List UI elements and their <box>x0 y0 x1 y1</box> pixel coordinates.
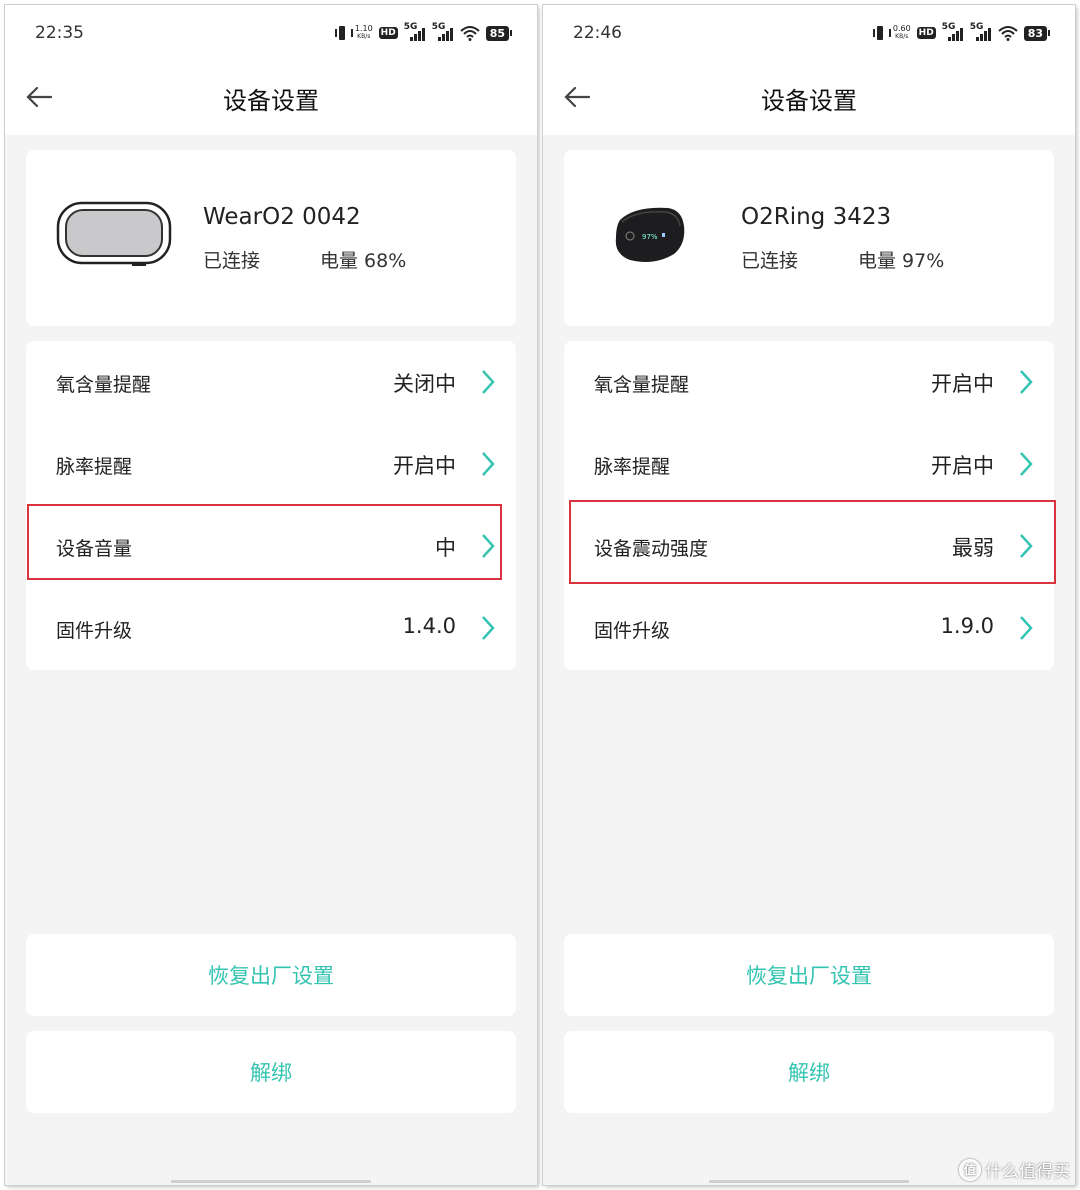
factory-reset-button[interactable]: 恢复出厂设置 <box>564 934 1054 1016</box>
device-battery: 电量 68% <box>320 250 407 272</box>
factory-reset-label: 恢复出厂设置 <box>746 964 872 988</box>
signal-5g-icon: 5G <box>404 22 426 41</box>
page-title: 设备设置 <box>223 87 319 115</box>
setting-firmware-upgrade[interactable]: 固件升级 1.9.0 <box>564 587 1054 669</box>
chevron-right-icon <box>1020 616 1033 640</box>
connection-status: 已连接 <box>741 250 799 272</box>
app-header: 设备设置 <box>5 61 537 135</box>
status-time: 22:46 <box>573 23 622 43</box>
setting-firmware-upgrade[interactable]: 固件升级 1.4.0 <box>26 587 516 669</box>
setting-value: 1.4.0 <box>402 614 456 638</box>
network-speed-unit: KB/s <box>895 33 909 40</box>
unbind-button[interactable]: 解绑 <box>564 1031 1054 1113</box>
status-icons: 0.60 KB/s HD 5G 5G 83 <box>872 22 1051 43</box>
setting-label: 氧含量提醒 <box>56 374 152 396</box>
connection-status: 已连接 <box>203 250 261 272</box>
network-speed: 0.60 KB/s <box>893 25 911 41</box>
chevron-right-icon <box>1020 452 1033 476</box>
signal-5g-icon: 5G <box>942 22 964 41</box>
status-bar: 22:35 1.10 KB/s HD 5G 5G 85 <box>5 5 537 61</box>
hd-icon: HD <box>916 27 936 39</box>
chevron-right-icon <box>482 452 495 476</box>
vibrate-icon <box>334 26 353 40</box>
factory-reset-label: 恢复出厂设置 <box>208 964 334 988</box>
setting-label: 固件升级 <box>594 620 671 642</box>
setting-pulse-alert[interactable]: 脉率提醒 开启中 <box>564 423 1054 505</box>
left-phone-screen: 22:35 1.10 KB/s HD 5G 5G 85 设备设置 WearO2 … <box>5 5 537 1185</box>
device-image: 97% <box>615 207 685 262</box>
watermark: 值 什么值得买 <box>959 1157 1070 1182</box>
setting-pulse-alert[interactable]: 脉率提醒 开启中 <box>26 423 516 505</box>
setting-value: 关闭中 <box>393 372 456 396</box>
right-phone-screen: 22:46 0.60 KB/s HD 5G 5G 83 设备设置 97% O2R… <box>543 5 1075 1185</box>
unbind-label: 解绑 <box>250 1061 292 1085</box>
setting-label: 脉率提醒 <box>594 456 671 478</box>
factory-reset-button[interactable]: 恢复出厂设置 <box>26 934 516 1016</box>
device-screen-text: 97% <box>642 233 658 241</box>
device-card: 97% O2Ring 3423 已连接 电量 97% <box>564 150 1054 326</box>
status-bar: 22:46 0.60 KB/s HD 5G 5G 83 <box>543 5 1075 61</box>
device-name: O2Ring 3423 <box>741 204 892 230</box>
battery-indicator: 85 <box>485 25 513 41</box>
unbind-label: 解绑 <box>788 1061 830 1085</box>
signal-5g-icon: 5G <box>432 22 454 41</box>
setting-oxygen-alert[interactable]: 氧含量提醒 关闭中 <box>26 341 516 423</box>
setting-value: 开启中 <box>393 454 456 478</box>
vibrate-icon <box>872 26 891 40</box>
chevron-right-icon <box>482 616 495 640</box>
status-time: 22:35 <box>35 23 84 43</box>
app-header: 设备设置 <box>543 61 1075 135</box>
highlight-box <box>569 500 1056 584</box>
chevron-right-icon <box>1020 370 1033 394</box>
device-name: WearO2 0042 <box>203 204 361 230</box>
setting-oxygen-alert[interactable]: 氧含量提醒 开启中 <box>564 341 1054 423</box>
network-speed: 1.10 KB/s <box>355 25 373 41</box>
setting-label: 固件升级 <box>56 620 133 642</box>
device-image <box>56 201 172 266</box>
chevron-right-icon <box>482 370 495 394</box>
unbind-button[interactable]: 解绑 <box>26 1031 516 1113</box>
status-icons: 1.10 KB/s HD 5G 5G 85 <box>334 22 513 43</box>
setting-label: 脉率提醒 <box>56 456 133 478</box>
setting-value: 开启中 <box>931 372 994 396</box>
network-speed-value: 0.60 <box>892 24 911 33</box>
device-battery: 电量 97% <box>858 250 945 272</box>
wifi-icon <box>460 26 480 41</box>
home-indicator <box>171 1180 371 1183</box>
setting-value: 1.9.0 <box>940 614 994 638</box>
page-title: 设备设置 <box>761 87 857 115</box>
battery-indicator: 83 <box>1023 25 1051 41</box>
setting-value: 开启中 <box>931 454 994 478</box>
wifi-icon <box>998 26 1018 41</box>
home-indicator <box>709 1180 909 1183</box>
watermark-text: 什么值得买 <box>985 1162 1070 1182</box>
watermark-logo-icon: 值 <box>959 1158 981 1181</box>
hd-icon: HD <box>378 27 398 39</box>
highlight-box <box>27 504 502 580</box>
setting-label: 氧含量提醒 <box>594 374 690 396</box>
signal-5g-icon: 5G <box>970 22 992 41</box>
device-card: WearO2 0042 已连接 电量 68% <box>26 150 516 326</box>
network-speed-value: 1.10 <box>354 24 373 33</box>
network-speed-unit: KB/s <box>357 33 371 40</box>
